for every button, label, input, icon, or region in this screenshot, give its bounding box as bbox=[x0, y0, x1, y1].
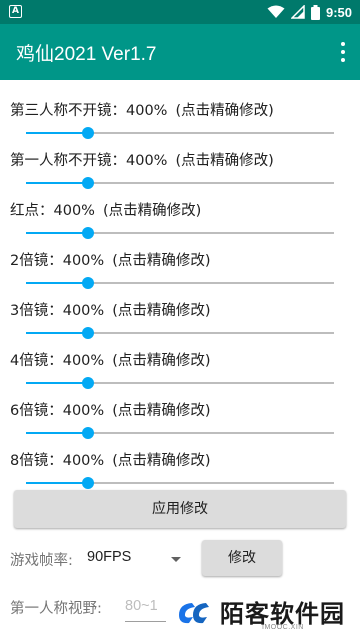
setting-label[interactable]: 3倍镜：400% (点击精确修改) bbox=[10, 299, 211, 320]
setting-label[interactable]: 6倍镜：400% (点击精确修改) bbox=[10, 399, 211, 420]
slider-fill bbox=[26, 232, 88, 234]
slider-thumb[interactable] bbox=[81, 377, 94, 389]
signal-icon bbox=[290, 5, 305, 19]
setting-separator: ： bbox=[48, 253, 63, 269]
slider-fill bbox=[26, 332, 88, 334]
setting-value: 400% bbox=[53, 203, 95, 219]
setting-hint: (点击精确修改) bbox=[112, 253, 211, 269]
sensitivity-slider[interactable] bbox=[26, 426, 334, 440]
sensitivity-slider[interactable] bbox=[26, 176, 334, 190]
setting-hint: (点击精确修改) bbox=[112, 453, 211, 469]
setting-value: 400% bbox=[126, 153, 168, 169]
setting-value: 400% bbox=[62, 303, 105, 319]
setting-separator: ： bbox=[111, 153, 127, 169]
slider-thumb[interactable] bbox=[81, 127, 94, 139]
setting-row: 红点：400% (点击精确修改) bbox=[0, 199, 360, 249]
apply-button[interactable]: 应用修改 bbox=[14, 490, 346, 528]
setting-separator: ： bbox=[48, 353, 63, 369]
setting-row: 第一人称不开镜：400% (点击精确修改) bbox=[0, 149, 360, 199]
more-vert-icon[interactable] bbox=[340, 42, 346, 62]
setting-row: 3倍镜：400% (点击精确修改) bbox=[0, 299, 360, 349]
setting-label[interactable]: 4倍镜：400% (点击精确修改) bbox=[10, 349, 211, 370]
setting-name: 6倍镜 bbox=[10, 403, 49, 419]
battery-icon bbox=[310, 4, 320, 20]
slider-fill bbox=[26, 382, 88, 384]
setting-hint: (点击精确修改) bbox=[102, 203, 202, 219]
sensitivity-slider[interactable] bbox=[26, 276, 334, 290]
setting-label[interactable]: 第三人称不开镜：400% (点击精确修改) bbox=[10, 99, 274, 120]
sensitivity-slider[interactable] bbox=[26, 126, 334, 140]
setting-row: 6倍镜：400% (点击精确修改) bbox=[0, 399, 360, 449]
setting-separator: ： bbox=[111, 103, 127, 119]
status-time: 9:50 bbox=[325, 4, 352, 20]
setting-hint: (点击精确修改) bbox=[112, 353, 211, 369]
setting-hint: (点击精确修改) bbox=[112, 403, 211, 419]
setting-value: 400% bbox=[62, 453, 105, 469]
fps-select[interactable]: 90FPS bbox=[87, 546, 185, 574]
slider-thumb[interactable] bbox=[81, 327, 94, 339]
app-bar: 鸡仙2021 Ver1.7 bbox=[0, 24, 360, 80]
fov-input[interactable]: 80~1 bbox=[125, 592, 167, 622]
setting-hint: (点击精确修改) bbox=[175, 153, 274, 169]
setting-name: 2倍镜 bbox=[10, 253, 49, 269]
sensitivity-slider[interactable] bbox=[26, 226, 334, 240]
fps-value: 90FPS bbox=[87, 549, 132, 565]
sensitivity-slider[interactable] bbox=[26, 376, 334, 390]
setting-value: 400% bbox=[62, 253, 105, 269]
slider-fill bbox=[26, 182, 88, 184]
slider-thumb[interactable] bbox=[81, 277, 94, 289]
setting-value: 400% bbox=[62, 403, 105, 419]
sensitivity-slider[interactable] bbox=[26, 326, 334, 340]
setting-hint: (点击精确修改) bbox=[175, 103, 274, 119]
setting-name: 红点 bbox=[10, 203, 39, 219]
setting-hint: (点击精确修改) bbox=[112, 303, 211, 319]
wifi-icon bbox=[267, 5, 285, 18]
slider-thumb[interactable] bbox=[81, 477, 94, 489]
watermark-logo-icon bbox=[179, 603, 209, 624]
dropdown-arrow-icon bbox=[171, 557, 181, 562]
app-title: 鸡仙2021 Ver1.7 bbox=[16, 44, 157, 65]
setting-label[interactable]: 2倍镜：400% (点击精确修改) bbox=[10, 249, 211, 270]
status-icons: 9:50 bbox=[267, 0, 352, 24]
notification-icon: A bbox=[9, 5, 22, 18]
setting-separator: ： bbox=[39, 203, 54, 219]
slider-fill bbox=[26, 482, 88, 484]
setting-name: 3倍镜 bbox=[10, 303, 49, 319]
slider-fill bbox=[26, 432, 88, 434]
setting-name: 4倍镜 bbox=[10, 353, 49, 369]
setting-separator: ： bbox=[48, 303, 63, 319]
fps-row: 游戏帧率: 90FPS 修改 bbox=[0, 540, 360, 580]
slider-fill bbox=[26, 132, 88, 134]
setting-value: 400% bbox=[62, 353, 105, 369]
setting-row: 2倍镜：400% (点击精确修改) bbox=[0, 249, 360, 299]
slider-fill bbox=[26, 282, 88, 284]
status-bar: A 9:50 bbox=[0, 0, 360, 24]
slider-thumb[interactable] bbox=[81, 227, 94, 239]
setting-separator: ： bbox=[48, 453, 63, 469]
setting-label[interactable]: 红点：400% (点击精确修改) bbox=[10, 199, 201, 220]
slider-thumb[interactable] bbox=[81, 177, 94, 189]
setting-name: 8倍镜 bbox=[10, 453, 49, 469]
setting-value: 400% bbox=[126, 103, 168, 119]
setting-row: 4倍镜：400% (点击精确修改) bbox=[0, 349, 360, 399]
fps-modify-button[interactable]: 修改 bbox=[202, 540, 282, 576]
setting-label[interactable]: 第一人称不开镜：400% (点击精确修改) bbox=[10, 149, 274, 170]
sensitivity-slider[interactable] bbox=[26, 476, 334, 490]
watermark: 陌客软件园 IMOOC.XIN bbox=[166, 588, 354, 638]
setting-row: 第三人称不开镜：400% (点击精确修改) bbox=[0, 99, 360, 149]
setting-name: 第三人称不开镜 bbox=[10, 103, 112, 119]
fps-label: 游戏帧率: bbox=[10, 553, 73, 569]
slider-thumb[interactable] bbox=[81, 427, 94, 439]
setting-name: 第一人称不开镜 bbox=[10, 153, 112, 169]
fov-label: 第一人称视野: bbox=[10, 601, 102, 617]
watermark-subtext: IMOOC.XIN bbox=[262, 624, 304, 631]
setting-separator: ： bbox=[48, 403, 63, 419]
setting-label[interactable]: 8倍镜：400% (点击精确修改) bbox=[10, 449, 211, 470]
